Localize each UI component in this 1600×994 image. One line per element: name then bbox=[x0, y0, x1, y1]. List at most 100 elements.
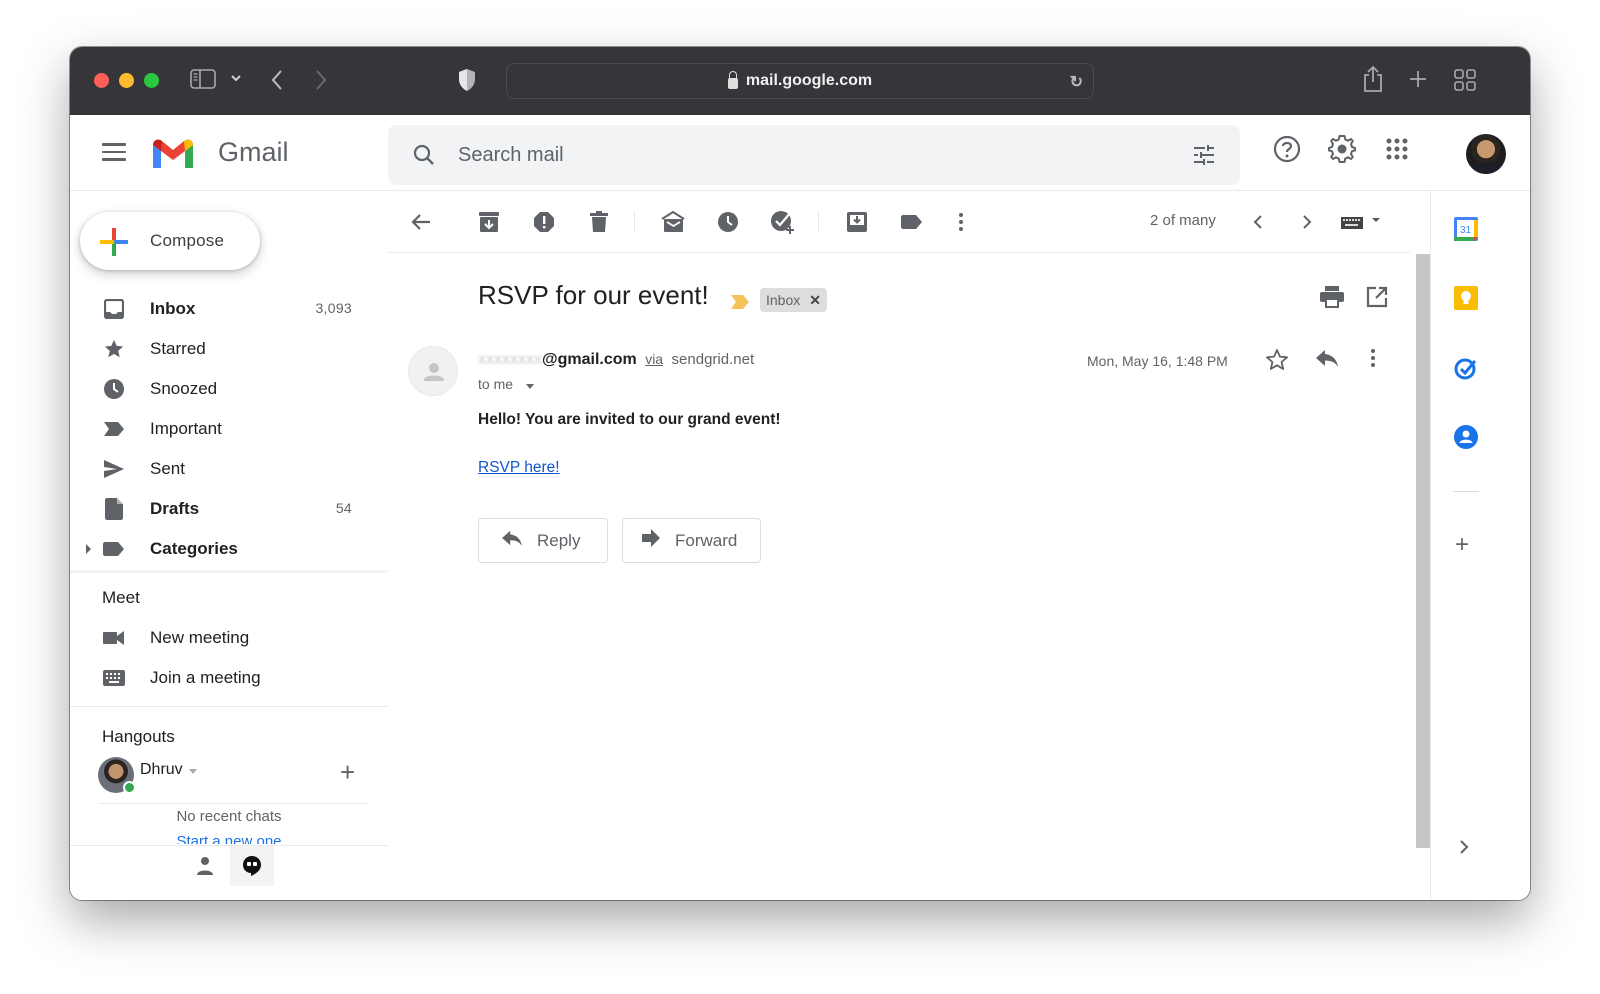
svg-text:31: 31 bbox=[1460, 225, 1472, 236]
star-message-icon[interactable] bbox=[1265, 348, 1289, 377]
compose-button[interactable]: Compose bbox=[80, 212, 260, 270]
gmail-logo-icon[interactable] bbox=[150, 137, 196, 176]
sender-avatar[interactable] bbox=[408, 346, 458, 396]
address-bar[interactable]: mail.google.com ↻ bbox=[506, 63, 1094, 99]
sidebar-item-label: Categories bbox=[150, 539, 238, 558]
join-meeting-item[interactable]: Join a meeting bbox=[70, 658, 388, 698]
forward-button[interactable]: Forward bbox=[622, 518, 761, 563]
report-spam-button[interactable] bbox=[531, 209, 557, 235]
message-scrollbar[interactable] bbox=[1416, 254, 1430, 848]
maximize-window-button[interactable] bbox=[144, 73, 159, 88]
back-to-inbox-button[interactable] bbox=[408, 209, 434, 235]
reply-button-label: Reply bbox=[537, 530, 581, 550]
reply-button[interactable]: Reply bbox=[478, 518, 608, 563]
video-camera-icon bbox=[103, 627, 125, 649]
gmail-app: Gmail Search mail Compose Inbox 3,093 St… bbox=[70, 115, 1530, 900]
sidebar-divider bbox=[70, 706, 388, 707]
tab-overview-icon[interactable] bbox=[1454, 69, 1476, 91]
google-apps-icon[interactable] bbox=[1385, 137, 1409, 166]
main-menu-icon[interactable] bbox=[102, 143, 126, 161]
input-tools-button[interactable] bbox=[1340, 209, 1386, 235]
meet-section-title: Meet bbox=[102, 588, 140, 607]
account-avatar[interactable] bbox=[1466, 134, 1506, 174]
more-options-button[interactable] bbox=[948, 209, 974, 235]
unread-count: 3,093 bbox=[315, 300, 352, 316]
label-chip-text: Inbox bbox=[766, 292, 801, 308]
sidebar-item-inbox[interactable]: Inbox 3,093 bbox=[70, 289, 388, 329]
sidebar-item-label: Drafts bbox=[150, 499, 200, 518]
hangouts-bottom-bar bbox=[70, 845, 388, 900]
minimize-window-button[interactable] bbox=[119, 73, 134, 88]
get-addons-plus-icon[interactable]: + bbox=[1455, 531, 1469, 559]
help-icon[interactable] bbox=[1273, 135, 1301, 168]
hangouts-chat-icon[interactable] bbox=[230, 846, 274, 886]
remove-label-icon[interactable]: ✕ bbox=[804, 292, 827, 309]
message-more-icon[interactable] bbox=[1370, 348, 1376, 373]
contacts-person-icon[interactable] bbox=[195, 856, 215, 881]
share-icon[interactable] bbox=[1362, 65, 1384, 93]
forward-icon[interactable] bbox=[314, 69, 328, 91]
show-details-icon[interactable] bbox=[526, 384, 534, 389]
keep-app-icon[interactable] bbox=[1454, 286, 1478, 310]
hangouts-user-name[interactable]: Dhruv bbox=[140, 761, 183, 779]
mark-unread-button[interactable] bbox=[660, 209, 686, 235]
hangouts-status-dropdown-icon[interactable] bbox=[189, 769, 197, 774]
hangouts-section-title: Hangouts bbox=[102, 727, 175, 746]
older-message-button[interactable] bbox=[1294, 209, 1320, 235]
snooze-button[interactable] bbox=[715, 209, 741, 235]
important-marker-icon[interactable] bbox=[730, 294, 750, 315]
sidebar-toggle-icon[interactable] bbox=[190, 69, 216, 89]
move-to-button[interactable] bbox=[844, 209, 870, 235]
sidebar-item-drafts[interactable]: Drafts 54 bbox=[70, 489, 388, 529]
new-tab-icon[interactable] bbox=[1408, 69, 1428, 89]
via-link[interactable]: via bbox=[645, 351, 663, 367]
forward-button-label: Forward bbox=[675, 530, 738, 550]
star-icon bbox=[103, 338, 125, 360]
sender-email[interactable]: @gmail.com bbox=[542, 351, 637, 368]
message-date: Mon, May 16, 1:48 PM bbox=[1087, 353, 1228, 369]
start-new-chat-link[interactable]: Start a new one bbox=[70, 833, 388, 844]
contacts-app-icon[interactable] bbox=[1454, 425, 1478, 449]
search-bar[interactable]: Search mail bbox=[388, 125, 1240, 185]
sidebar-divider bbox=[70, 570, 388, 573]
close-window-button[interactable] bbox=[94, 73, 109, 88]
labels-button[interactable] bbox=[899, 209, 925, 235]
search-icon[interactable] bbox=[412, 143, 436, 172]
side-panel: 31 + bbox=[1430, 191, 1500, 900]
sender-name-redacted: xxxxxxxx bbox=[478, 351, 542, 368]
hide-side-panel-chevron-icon[interactable] bbox=[1459, 839, 1469, 860]
settings-gear-icon[interactable] bbox=[1328, 135, 1356, 168]
send-icon bbox=[103, 458, 125, 480]
add-to-tasks-button[interactable] bbox=[770, 209, 796, 235]
important-icon bbox=[103, 418, 125, 440]
privacy-shield-icon[interactable] bbox=[457, 68, 477, 92]
delete-button[interactable] bbox=[586, 209, 612, 235]
rsvp-link[interactable]: RSVP here! bbox=[478, 459, 560, 477]
sidebar-item-snoozed[interactable]: Snoozed bbox=[70, 369, 388, 409]
reply-icon[interactable] bbox=[1315, 348, 1339, 373]
reload-icon[interactable]: ↻ bbox=[1070, 72, 1083, 92]
search-options-icon[interactable] bbox=[1192, 143, 1216, 172]
new-chat-plus-icon[interactable]: + bbox=[340, 757, 355, 788]
toolbar-separator bbox=[634, 211, 635, 233]
drafts-count: 54 bbox=[335, 500, 352, 516]
sidebar-item-important[interactable]: Important bbox=[70, 409, 388, 449]
sidebar-item-categories[interactable]: Categories bbox=[70, 529, 388, 569]
default-person-icon bbox=[424, 363, 444, 381]
calendar-app-icon[interactable]: 31 bbox=[1454, 217, 1478, 241]
clock-icon bbox=[103, 378, 125, 400]
expand-caret-icon[interactable] bbox=[86, 544, 91, 554]
newer-message-button[interactable] bbox=[1245, 209, 1271, 235]
search-input[interactable]: Search mail bbox=[458, 144, 564, 167]
archive-button[interactable] bbox=[476, 209, 502, 235]
tab-group-chevron-icon[interactable] bbox=[230, 71, 242, 85]
new-meeting-item[interactable]: New meeting bbox=[70, 618, 388, 658]
back-icon[interactable] bbox=[270, 69, 284, 91]
tasks-app-icon[interactable] bbox=[1454, 356, 1478, 380]
sidebar-item-label: Snoozed bbox=[150, 379, 218, 398]
print-all-icon[interactable] bbox=[1320, 286, 1344, 313]
sidebar-item-sent[interactable]: Sent bbox=[70, 449, 388, 489]
sidebar-item-starred[interactable]: Starred bbox=[70, 329, 388, 369]
open-in-new-window-icon[interactable] bbox=[1366, 286, 1388, 313]
message-toolbar: 2 of many bbox=[388, 191, 1410, 253]
